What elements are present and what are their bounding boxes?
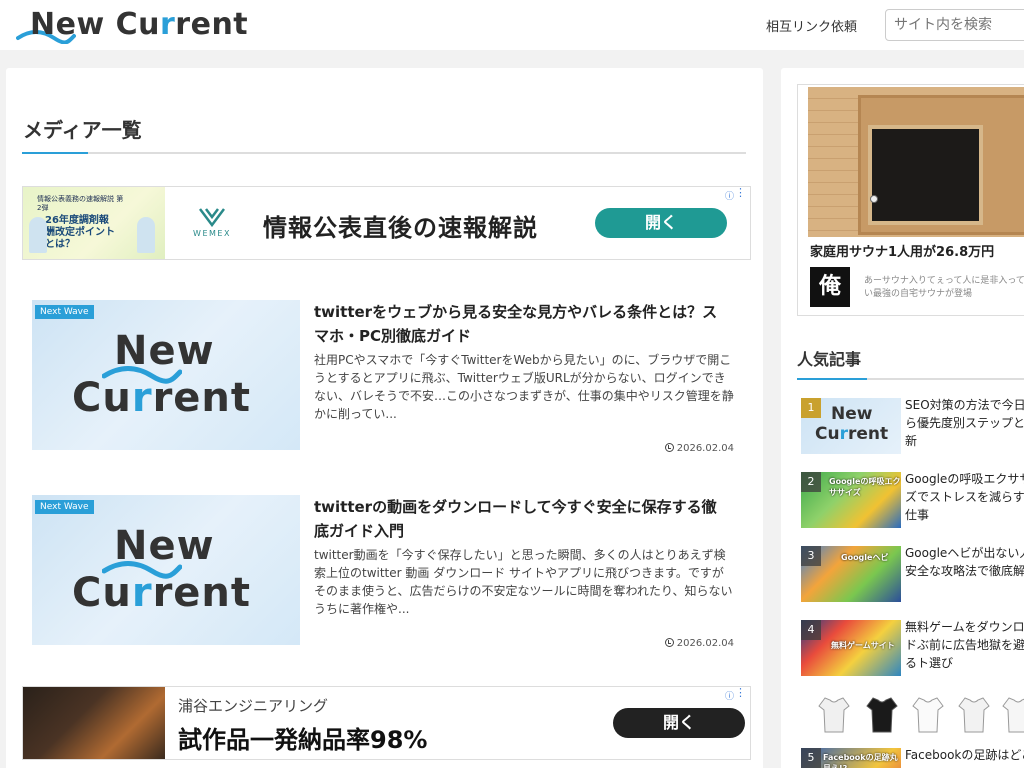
popular-article-item[interactable]: New Current 1 SEO対策の方法で今日から優先度別ステップと最新 [801,398,1024,454]
rank-badge: 1 [801,398,821,418]
ad-open-button[interactable]: 開く [595,208,727,238]
article-excerpt: twitter動画を「今すぐ保存したい」と思った瞬間、多くの人はとりあえず検索上… [314,548,733,616]
logo-text: New Current [30,7,249,42]
sidebar: 家庭用サウナ1人用が26.8万円 俺 あーサウナ入りてぇって人に是非入ってほしい… [781,68,1024,768]
page-title: メディア一覧 [23,118,142,142]
popular-article-title[interactable]: Facebookの足跡はどこ [905,746,1024,764]
door-knob-image [870,195,878,203]
article-thumbnail[interactable]: Next Wave New Current [32,495,300,645]
thumb-logo-line2: Current [72,570,252,616]
ad-sponsor-name: 浦谷エンジニアリング [178,697,329,715]
person-illustration [137,217,155,253]
ad-headline: 試作品一発納品率98% [178,726,428,754]
t-shirt-icon [912,697,944,733]
clock-icon [664,638,674,647]
popular-article-item[interactable]: Googleの呼吸エクササイズ 2 Googleの呼吸エクササイズでストレスを減… [801,472,1024,528]
sauna-ad-description: あーサウナ入りてぇって人に是非入ってほしい最強の自宅サウナが登場 [864,276,1024,299]
category-tag[interactable]: Next Wave [35,305,94,319]
rank-badge: 4 [801,620,821,640]
rank-badge: 2 [801,472,821,492]
thumb-overlay-text: Facebookの足跡丸見え!? [823,753,898,768]
article-title[interactable]: twitterの動画をダウンロードして今すぐ安全に保存する徹底ガイド入門 [314,495,724,543]
popular-article-item[interactable]: Facebookの足跡丸見え!? 5 Facebookの足跡はどこ [801,748,1024,768]
clock-icon [664,443,674,452]
ad-thumb-caption: 情報公表義務の速報解説 第2弾 [37,195,124,212]
article-card[interactable]: Next Wave New Current twitterをウェブから見る安全な… [32,300,734,454]
sauna-ad-card[interactable]: 家庭用サウナ1人用が26.8万円 俺 あーサウナ入りてぇって人に是非入ってほしい… [797,84,1024,316]
popular-article-item[interactable]: Googleヘビ 3 Googleヘビが出ない人へ安全な攻略法で徹底解説 [801,546,1024,602]
main-content: メディア一覧 情報公表義務の速報解説 第2弾 26年度調剤報酬改定ポイントとは？… [6,68,763,768]
title-divider-accent [22,152,88,154]
info-icon[interactable]: ⓘ [725,189,734,202]
popular-article-title[interactable]: 無料ゲームをダウンロードぶ前に広告地獄を避けるト選び [905,618,1024,672]
t-shirt-ad-strip[interactable] [797,692,1024,736]
article-thumbnail[interactable]: Next Wave New Current [32,300,300,450]
popular-article-thumbnail[interactable]: Googleの呼吸エクササイズ 2 [801,472,901,528]
sauna-ad-title[interactable]: 家庭用サウナ1人用が26.8万円 [810,241,994,260]
info-icon[interactable]: ⓘ [725,689,734,702]
article-date: 2026.02.04 [664,638,734,649]
rank-badge: 5 [801,748,821,768]
popular-article-item[interactable]: 無料ゲームサイト 4 無料ゲームをダウンロードぶ前に広告地獄を避けるト選び [801,620,1024,676]
popular-article-title[interactable]: Googleの呼吸エクササイズでストレスを減らすIT仕事 [905,470,1024,524]
thumb-logo-line1: New [114,328,215,374]
article-card[interactable]: Next Wave New Current twitterの動画をダウンロードし… [32,495,734,649]
ad-open-button[interactable]: 開く [613,708,745,738]
sauna-brand-logo: 俺 [810,267,850,307]
popular-article-thumbnail[interactable]: Googleヘビ 3 [801,546,901,602]
thumb-logo-line1: New [114,523,215,569]
ad-banner-uraya[interactable]: 浦谷エンジニアリング 試作品一発納品率98% 開く ⓘ ⋮ [22,686,751,760]
ad-thumb-headline: 26年度調剤報酬改定ポイントとは？ [45,215,115,250]
person-illustration [29,217,47,253]
ad-banner-wemex[interactable]: 情報公表義務の速報解説 第2弾 26年度調剤報酬改定ポイントとは？ WEMEX … [22,186,751,260]
site-search-input[interactable] [885,9,1024,41]
category-tag[interactable]: Next Wave [35,500,94,514]
popular-article-thumbnail[interactable]: Facebookの足跡丸見え!? 5 [801,748,901,768]
thumb-logo-line1: New [831,404,873,424]
site-header: New Current 相互リンク依頼 [0,0,1024,50]
site-logo[interactable]: New Current [16,4,249,46]
popular-divider-accent [797,378,867,380]
t-shirt-icon [958,697,990,733]
popular-article-title[interactable]: SEO対策の方法で今日から優先度別ステップと最新 [905,396,1024,450]
thumb-overlay-text: 無料ゲームサイト [831,641,895,650]
popular-articles-heading: 人気記事 [797,350,862,369]
kebab-menu-icon[interactable]: ⋮ [735,687,746,698]
thumb-overlay-text: Googleの呼吸エクササイズ [829,477,901,497]
popular-article-thumbnail[interactable]: New Current 1 [801,398,901,454]
ad-thumbnail: 情報公表義務の速報解説 第2弾 26年度調剤報酬改定ポイントとは？ [23,187,165,259]
wemex-mark-icon [199,208,225,227]
rank-badge: 3 [801,546,821,566]
popular-article-title[interactable]: Googleヘビが出ない人へ安全な攻略法で徹底解説 [905,544,1024,580]
wemex-logo: WEMEX [190,207,234,238]
sauna-window-image [868,125,983,225]
article-excerpt: 社用PCやスマホで「今すぐTwitterをWebから見たい」のに、ブラウザで開こ… [314,353,734,421]
popular-article-thumbnail[interactable]: 無料ゲームサイト 4 [801,620,901,676]
t-shirt-icon [818,697,850,733]
ad-headline: 情報公表直後の速報解説 [263,214,538,242]
thumb-overlay-text: Googleヘビ [841,553,889,562]
thumb-logo-line2: Current [815,424,889,444]
mutual-link-request-link[interactable]: 相互リンク依頼 [766,16,857,35]
t-shirt-icon [866,697,898,733]
article-date: 2026.02.04 [664,443,734,454]
kebab-menu-icon[interactable]: ⋮ [735,187,746,198]
title-divider [22,152,746,154]
t-shirt-icon [1002,697,1024,733]
article-title[interactable]: twitterをウェブから見る安全な見方やバレる条件とは？スマホ・PC別徹底ガイ… [314,300,724,348]
ad-thumbnail [23,687,165,759]
ad-brand-name: WEMEX [193,229,231,238]
thumb-logo-line2: Current [72,375,252,421]
